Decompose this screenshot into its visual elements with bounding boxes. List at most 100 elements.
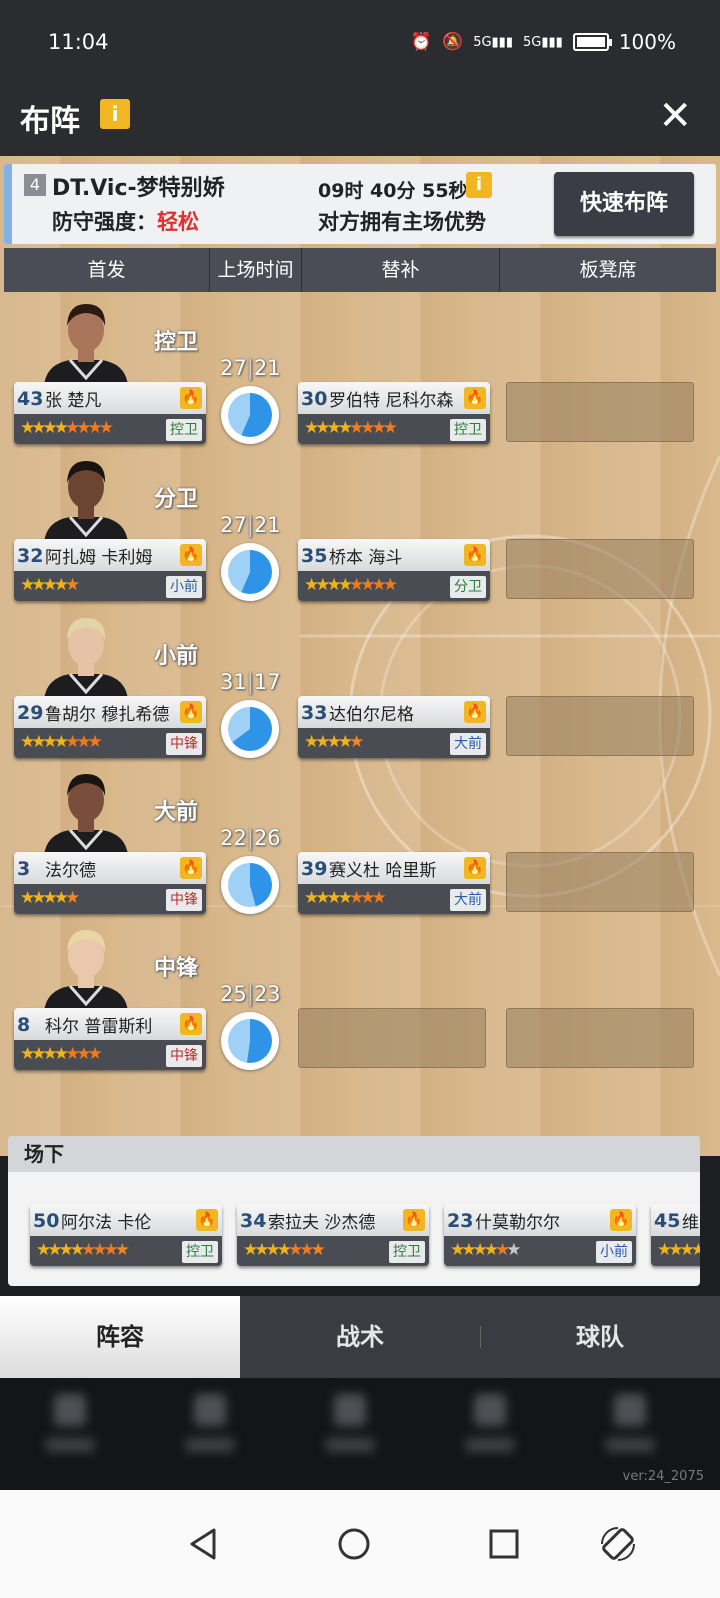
- player-card[interactable]: 30 罗伯特 尼科尔森 🔥 ★★★★★★★★ 控卫: [298, 382, 490, 444]
- player-position-tag: 控卫: [450, 419, 486, 441]
- player-name: 维: [682, 1213, 699, 1233]
- player-card-footer: ★★★★★★★★ 控卫: [30, 1236, 222, 1266]
- player-card[interactable]: 39 赛义杜 哈里斯 🔥 ★★★★★★★ 大前: [298, 852, 490, 914]
- star-rating: ★★★★★: [20, 888, 80, 908]
- player-card[interactable]: 34 索拉夫 沙杰德 🔥 ★★★★★★★ 控卫: [237, 1204, 429, 1266]
- playtime-split[interactable]: 27|21: [220, 513, 281, 601]
- alarm-icon: ⏰: [410, 32, 433, 52]
- player-name: 阿尔法 卡伦: [61, 1213, 152, 1233]
- player-card[interactable]: 29 鲁胡尔 穆扎希德 🔥 ★★★★★★★ 中锋: [14, 696, 206, 758]
- empty-sub-slot[interactable]: [298, 1008, 486, 1068]
- fire-icon: 🔥: [180, 857, 202, 879]
- playtime-pie: [221, 856, 279, 914]
- empty-bench-slot[interactable]: [506, 852, 694, 912]
- player-card[interactable]: 33 达伯尔尼格 🔥 ★★★★★ 大前: [298, 696, 490, 758]
- player-number: 30: [301, 388, 328, 410]
- playtime-split[interactable]: 22|26: [220, 826, 281, 914]
- player-name: 什莫勒尔尔: [475, 1213, 560, 1233]
- playtime-pie-fill: [228, 393, 272, 437]
- tab-divider: [480, 1326, 481, 1348]
- player-card[interactable]: 43 张 楚凡 🔥 ★★★★★★★★ 控卫: [14, 382, 206, 444]
- column-playtime: 上场时间: [210, 248, 302, 292]
- empty-bench-slot[interactable]: [506, 1008, 694, 1068]
- status-bar: 11:04 ⏰ 🔕 5G▮▮▮ 5G▮▮▮ 100%: [0, 0, 720, 82]
- countdown-timer: 09时 40分 55秒: [318, 180, 468, 202]
- minutes-separator: |: [246, 356, 254, 380]
- version-label: ver:24_2075: [622, 1469, 704, 1484]
- close-button[interactable]: ✕: [658, 94, 692, 138]
- match-info-icon[interactable]: i: [466, 172, 492, 198]
- player-name: 张 楚凡: [45, 391, 102, 411]
- home-icon[interactable]: [334, 1524, 374, 1564]
- playtime-text: 25|23: [220, 982, 281, 1006]
- player-card-footer: ★★★★★★★ 中锋: [14, 1040, 206, 1070]
- empty-bench-slot[interactable]: [506, 696, 694, 756]
- player-card[interactable]: 45 维 🔥 ★★★★: [651, 1204, 700, 1266]
- player-position-tag: 大前: [450, 889, 486, 911]
- fire-icon: 🔥: [464, 544, 486, 566]
- star-rating: ★★★★★★★★: [36, 1240, 130, 1260]
- position-label: 分卫: [154, 487, 199, 512]
- playtime-split[interactable]: 25|23: [220, 982, 281, 1070]
- player-portrait: [44, 618, 128, 700]
- rotate-icon[interactable]: [598, 1524, 638, 1564]
- player-number: 34: [240, 1210, 267, 1232]
- playtime-pie-fill: [228, 707, 272, 751]
- player-name: 鲁胡尔 穆扎希德: [45, 705, 170, 725]
- player-card[interactable]: 3 法尔德 🔥 ★★★★★ 中锋: [14, 852, 206, 914]
- player-number: 8: [17, 1014, 31, 1036]
- sub-minutes: 23: [253, 982, 281, 1006]
- lineup-row: 小前 29 鲁胡尔 穆扎希德 🔥 ★★★★★★★ 中锋 31|17 33 达伯尔…: [0, 608, 720, 764]
- playtime-pie-fill: [228, 1019, 272, 1063]
- info-icon[interactable]: i: [100, 99, 130, 129]
- playtime-pie: [221, 543, 279, 601]
- player-card-header: 45 维 🔥: [651, 1204, 700, 1236]
- star-rating: ★★★★★★★: [20, 1044, 103, 1064]
- empty-bench-slot[interactable]: [506, 382, 694, 442]
- starter-minutes: 22: [220, 826, 247, 850]
- starter-minutes: 27: [220, 513, 247, 537]
- defense-value: 轻松: [157, 210, 199, 234]
- lineup-screen: 11:04 ⏰ 🔕 5G▮▮▮ 5G▮▮▮ 100% 布阵 i ✕ 4 DT.V…: [0, 0, 720, 1598]
- minutes-separator: |: [246, 982, 254, 1006]
- fire-icon: 🔥: [180, 544, 202, 566]
- star-rating: ★★★★★★★: [304, 888, 387, 908]
- playtime-text: 27|21: [220, 513, 281, 537]
- player-card[interactable]: 35 桥本 海斗 🔥 ★★★★★★★★ 分卫: [298, 539, 490, 601]
- empty-bench-slot[interactable]: [506, 539, 694, 599]
- player-portrait: [44, 461, 128, 543]
- player-position-tag: 小前: [596, 1241, 632, 1263]
- system-nav-bar: [0, 1490, 720, 1598]
- fire-icon: 🔥: [610, 1209, 632, 1231]
- player-number: 43: [17, 388, 44, 410]
- back-icon[interactable]: [184, 1524, 224, 1564]
- quick-lineup-button[interactable]: 快速布阵: [554, 172, 694, 236]
- blurred-menu-item: [460, 1394, 520, 1464]
- recents-icon[interactable]: [484, 1524, 524, 1564]
- playtime-split[interactable]: 27|21: [220, 356, 281, 444]
- player-number: 29: [17, 702, 44, 724]
- player-card[interactable]: 8 科尔 普雷斯利 🔥 ★★★★★★★ 中锋: [14, 1008, 206, 1070]
- player-card[interactable]: 23 什莫勒尔尔 🔥 ★★★★★★ 小前: [444, 1204, 636, 1266]
- player-name: 阿扎姆 卡利姆: [45, 548, 153, 568]
- signal-icon: 5G▮▮▮: [473, 34, 513, 50]
- player-card-header: 8 科尔 普雷斯利 🔥: [14, 1008, 206, 1040]
- fire-icon: 🔥: [180, 387, 202, 409]
- playtime-split[interactable]: 31|17: [220, 670, 281, 758]
- tab-tactics[interactable]: 战术: [240, 1296, 480, 1378]
- player-card-header: 35 桥本 海斗 🔥: [298, 539, 490, 571]
- fire-icon: 🔥: [403, 1209, 425, 1231]
- home-advantage-text: 对方拥有主场优势: [318, 210, 486, 234]
- player-position-tag: 大前: [450, 733, 486, 755]
- player-card[interactable]: 50 阿尔法 卡伦 🔥 ★★★★★★★★ 控卫: [30, 1204, 222, 1266]
- tab-team[interactable]: 球队: [480, 1296, 720, 1378]
- player-card-footer: ★★★★★★★ 中锋: [14, 728, 206, 758]
- fire-icon: 🔥: [464, 857, 486, 879]
- player-position-tag: 控卫: [389, 1241, 425, 1263]
- player-card[interactable]: 32 阿扎姆 卡利姆 🔥 ★★★★★ 小前: [14, 539, 206, 601]
- star-rating: ★★★★★★: [450, 1240, 522, 1260]
- defense-strength: 防守强度：轻松: [52, 206, 199, 236]
- battery-percent: 100%: [618, 30, 676, 54]
- tab-lineup[interactable]: 阵容: [0, 1296, 240, 1378]
- player-name: 赛义杜 哈里斯: [329, 861, 437, 881]
